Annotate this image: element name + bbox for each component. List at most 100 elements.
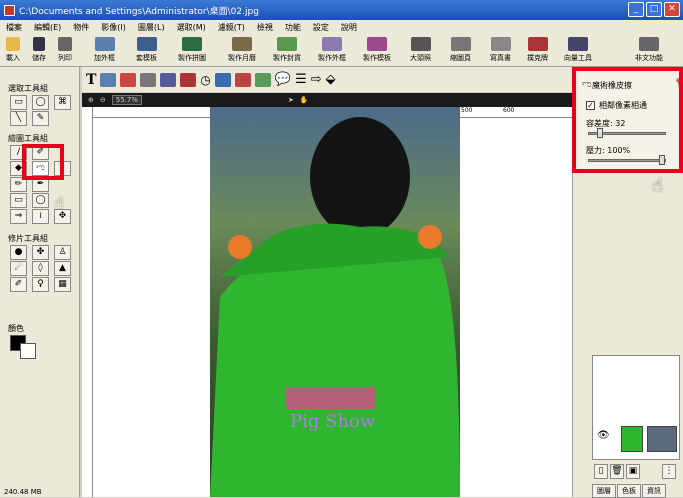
- photo-image: Pig Show: [210, 117, 460, 497]
- menu-layer[interactable]: 圖層(L): [138, 22, 165, 33]
- panel-tabs: 圖層 色板 資訊: [592, 484, 666, 498]
- make-cover-button[interactable]: 製作封貨: [273, 37, 301, 63]
- menu-filter[interactable]: 濾鏡(T): [218, 22, 245, 33]
- cursor-hand-icon-2: ☝: [652, 175, 663, 196]
- puzzle-icon: [182, 37, 202, 51]
- text-tool-icon[interactable]: T: [86, 72, 96, 88]
- clipart-icon[interactable]: [254, 72, 271, 87]
- red-eye-tool[interactable]: ●: [10, 245, 27, 260]
- layer-options-icon[interactable]: ⋮: [662, 464, 676, 479]
- delete-layer-icon[interactable]: 🗑: [610, 464, 624, 479]
- close-button[interactable]: ✕: [664, 2, 680, 17]
- arrow-tool[interactable]: ⇒: [10, 209, 27, 224]
- brush-select-tool[interactable]: ✎: [32, 111, 49, 126]
- portrait-button[interactable]: 大頭照: [410, 37, 431, 63]
- zoom-out-icon[interactable]: ⊖: [100, 96, 106, 104]
- tab-layers[interactable]: 圖層: [592, 484, 616, 498]
- drop-tool[interactable]: ◊: [32, 261, 49, 276]
- make-frame-button[interactable]: 製作外框: [318, 37, 346, 63]
- window-title: C:\Documents and Settings\Administrator\…: [19, 6, 259, 17]
- layers-panel[interactable]: 👁: [592, 355, 680, 460]
- add-frame-button[interactable]: 加外框: [94, 37, 115, 63]
- open-button[interactable]: 載入: [6, 37, 20, 63]
- make-template-button[interactable]: 製作模板: [363, 37, 391, 63]
- save-button[interactable]: 儲存: [32, 37, 46, 63]
- smudge-tool[interactable]: ☄: [10, 261, 27, 276]
- photo-tool-icon[interactable]: [160, 72, 177, 87]
- new-layer-icon[interactable]: ▯: [594, 464, 608, 479]
- monitor-icon[interactable]: [214, 72, 231, 87]
- main-toolbar: 載入 儲存 列印 加外框 套模板 製作拼圖 製作月曆 製作封貨 製作外框 製作模…: [0, 35, 683, 67]
- menu-help[interactable]: 說明: [341, 22, 357, 33]
- open-folder-icon: [6, 37, 20, 51]
- menu-edit[interactable]: 編輯(E): [34, 22, 61, 33]
- vertical-ruler: [82, 107, 93, 497]
- lasso-tool[interactable]: ⌘: [54, 95, 71, 110]
- bulb-tool[interactable]: ♀: [32, 277, 49, 292]
- pointer-icon[interactable]: ➤: [288, 96, 294, 104]
- layer-thumbnail[interactable]: [621, 426, 643, 452]
- cover-icon: [277, 37, 297, 51]
- picture-tool[interactable]: ▦: [54, 277, 71, 292]
- background-color-swatch[interactable]: [20, 343, 36, 359]
- tab-swatches[interactable]: 色板: [617, 484, 641, 498]
- rect-shape-tool[interactable]: ▭: [10, 193, 27, 208]
- shape-icon[interactable]: ⬙: [326, 72, 336, 87]
- layer-buttons: ▯ 🗑 ▣ ⋮: [594, 464, 676, 479]
- menu-image[interactable]: 影像(I): [101, 22, 126, 33]
- stamp-icon[interactable]: [234, 72, 251, 87]
- stamp-tool[interactable]: ♙: [54, 245, 71, 260]
- make-template-icon: [367, 37, 387, 51]
- frame-tool-icon[interactable]: [120, 72, 137, 87]
- text-align-icon[interactable]: ☰: [295, 72, 307, 87]
- photobook-button[interactable]: 寫真書: [490, 37, 511, 63]
- canvas-bar: ⊕ ⊖ 55.7% ➤ ✋: [82, 93, 572, 107]
- mask-tool-icon[interactable]: [180, 72, 197, 87]
- menu-bar: 檔案 編輯(E) 物件 影像(I) 圖層(L) 選取(M) 濾鏡(T) 檢視 功…: [0, 20, 683, 35]
- make-calendar-button[interactable]: 製作月曆: [228, 37, 256, 63]
- image-tool-icon[interactable]: [100, 72, 117, 87]
- make-puzzle-button[interactable]: 製作拼圖: [178, 37, 206, 63]
- arrow-shape-icon[interactable]: ⇨: [311, 72, 322, 87]
- layer-image-icon[interactable]: ▣: [626, 464, 640, 479]
- vector-tools-button[interactable]: 向量工具: [564, 37, 592, 63]
- rect-select-tool[interactable]: ▭: [10, 95, 27, 110]
- tab-info[interactable]: 資訊: [642, 484, 666, 498]
- speech-bubble-icon[interactable]: 💬: [275, 72, 291, 87]
- print-button[interactable]: 列印: [58, 37, 72, 63]
- retouch-group-title: 修片工具組: [8, 234, 48, 243]
- hand-icon[interactable]: ✋: [300, 96, 309, 104]
- vector-icon: [568, 37, 588, 51]
- wand-tool[interactable]: ╲: [10, 111, 27, 126]
- curve-tool[interactable]: ≀: [32, 209, 49, 224]
- layer-mask-thumbnail[interactable]: [647, 426, 677, 452]
- menu-file[interactable]: 檔案: [6, 22, 22, 33]
- maximize-button[interactable]: □: [646, 2, 662, 17]
- menu-select[interactable]: 選取(M): [177, 22, 206, 33]
- extra-function-button[interactable]: 非文功能: [635, 37, 663, 63]
- ellipse-shape-tool[interactable]: ◯: [32, 193, 49, 208]
- sharpen-tool[interactable]: ▲: [54, 261, 71, 276]
- menu-settings[interactable]: 設定: [313, 22, 329, 33]
- clock-icon[interactable]: ◷: [200, 73, 210, 87]
- layer-visibility-icon[interactable]: 👁: [597, 430, 610, 441]
- photo-canvas[interactable]: Pig Show: [210, 107, 460, 497]
- zoom-level[interactable]: 55.7%: [111, 95, 142, 105]
- save-disk-icon: [33, 37, 45, 51]
- zoom-in-icon[interactable]: ⊕: [88, 96, 94, 104]
- minimize-button[interactable]: _: [628, 2, 644, 17]
- svg-text:Pig Show: Pig Show: [290, 411, 376, 432]
- menu-view[interactable]: 檢視: [257, 22, 273, 33]
- thumbnail-page-button[interactable]: 縮圖頁: [450, 37, 471, 63]
- apply-template-button[interactable]: 套模板: [136, 37, 157, 63]
- clone-tool[interactable]: ✤: [32, 245, 49, 260]
- menu-function[interactable]: 功能: [285, 22, 301, 33]
- dodge-tool[interactable]: ✐: [10, 277, 27, 292]
- printer-icon: [58, 37, 72, 51]
- poker-icon: [527, 37, 548, 51]
- template-tool-icon[interactable]: [140, 72, 157, 87]
- menu-object[interactable]: 物件: [73, 22, 89, 33]
- poker-button[interactable]: 撲克牌: [527, 37, 548, 63]
- ellipse-select-tool[interactable]: ◯: [32, 95, 49, 110]
- app-icon: [4, 4, 15, 16]
